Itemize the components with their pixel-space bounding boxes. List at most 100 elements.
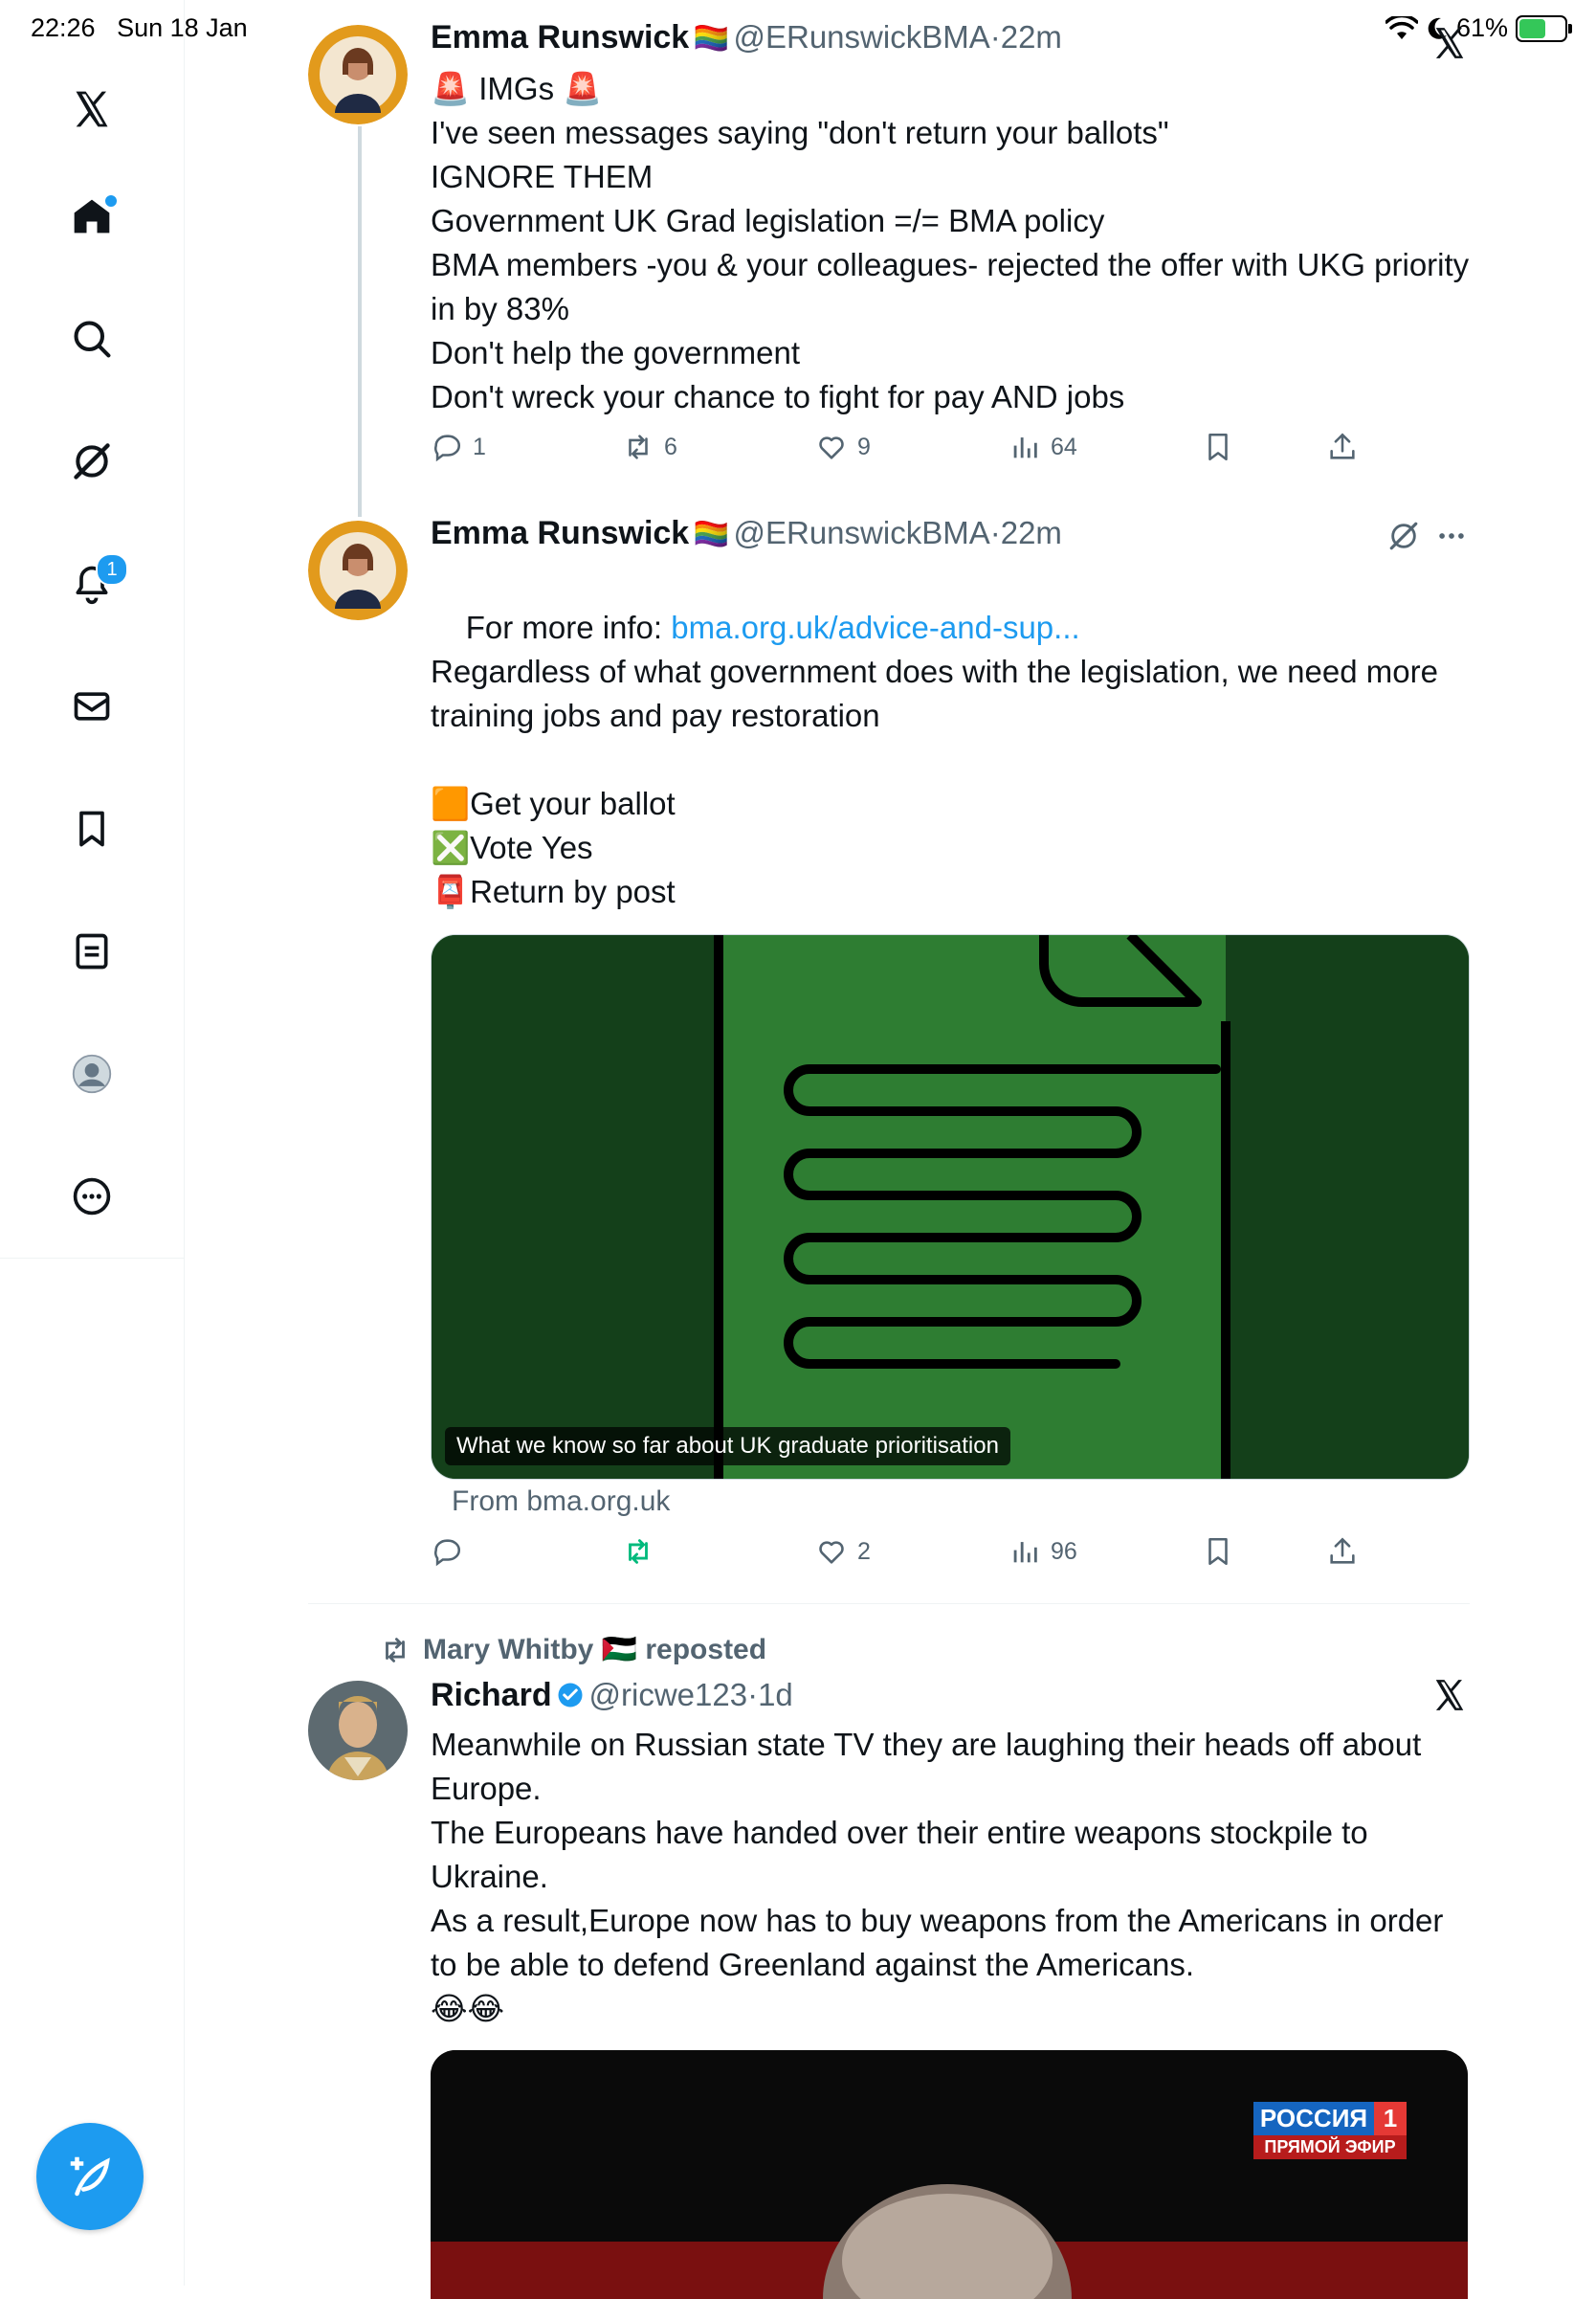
repost-icon [386,1637,405,1663]
share-button[interactable] [1326,431,1359,463]
more-circle-icon [73,1177,111,1216]
more-dots-icon[interactable] [1435,525,1468,547]
search-icon [74,321,111,358]
tweet-header: Richard @ricwe123·1d [431,1677,793,1714]
thread-line [358,126,362,517]
reply-button[interactable] [431,1535,473,1568]
tweet-actions: 1 6 9 64 [431,431,1359,479]
author-handle[interactable]: @ricwe123 [589,1677,748,1712]
repost-icon [629,1539,648,1564]
list-icon [76,933,108,970]
views-button[interactable]: 96 [1009,1535,1077,1568]
header-separator: · [989,19,1001,55]
tweet-link[interactable]: bma.org.uk/advice-and-sup... [671,610,1079,645]
views-button[interactable]: 64 [1009,431,1077,463]
reposted-by: Mary Whitby 🇵🇸 reposted [423,1634,767,1665]
avatar[interactable] [308,25,408,124]
repost-button[interactable] [622,1535,664,1568]
like-button[interactable]: 9 [815,431,871,463]
views-chart-icon [1013,437,1037,458]
grok-icon[interactable] [1387,520,1420,552]
home-unread-dot [103,193,119,209]
tweet-text: Regardless of what government does with … [431,654,1438,909]
avatar[interactable] [308,521,408,620]
tweet-time[interactable]: 22m [1001,515,1062,550]
profile-avatar-icon [72,1054,112,1094]
author-handle[interactable]: @ERunswickBMA [733,515,989,550]
header-separator: · [989,515,1001,550]
grok-icon [74,443,110,480]
author-flag: 🏳️‍🌈 [693,519,730,550]
like-count: 2 [857,1537,871,1565]
like-count: 9 [857,433,871,460]
repost-button[interactable]: 6 [622,431,677,463]
channel-number: 1 [1374,2102,1407,2135]
views-count: 64 [1051,433,1077,460]
reply-icon [434,1539,460,1567]
x-close-icon[interactable] [1431,25,1468,61]
nav-bookmarks[interactable] [57,794,126,863]
compose-button[interactable] [36,2123,144,2230]
heart-icon [819,1541,844,1564]
bookmark-button[interactable] [1202,431,1234,463]
nav-lists[interactable] [57,917,126,986]
compose-feather-icon [70,2156,110,2197]
x-logo-icon[interactable] [57,75,126,144]
reply-button[interactable]: 1 [431,431,486,463]
battery-icon [1516,14,1572,42]
nav-more[interactable] [57,1162,126,1231]
header-separator: · [747,1677,759,1712]
author-name[interactable]: Emma Runswick [431,19,689,56]
repost-count: 6 [664,433,677,460]
author-handle[interactable]: @ERunswickBMA [733,19,989,55]
tweet-text: Meanwhile on Russian state TV they are l… [431,1727,1444,2026]
views-count: 96 [1051,1537,1077,1565]
verified-badge-icon [558,1683,583,1708]
author-name[interactable]: Emma Runswick [431,515,689,551]
channel-name: РОССИЯ [1253,2102,1374,2135]
nav-explore[interactable] [57,304,126,373]
like-button[interactable]: 2 [815,1535,871,1568]
tweet-text: 🚨 IMGs 🚨 I've seen messages saying "don'… [431,71,1470,414]
mail-icon [74,692,110,721]
wifi-icon [1385,15,1418,39]
share-icon [1330,433,1355,459]
sidebar-divider [0,1258,184,1259]
bookmark-button[interactable] [1202,1535,1234,1568]
nav-profile[interactable] [57,1039,126,1108]
tweet-actions: 2 96 [431,1535,1359,1583]
notifications-badge: 1 [96,553,128,586]
video-player[interactable]: РОССИЯ 1 ПРЯМОЙ ЭФИР [431,2050,1468,2299]
author-name[interactable]: Richard [431,1677,552,1713]
x-logo-icon[interactable] [1431,1677,1468,1713]
share-icon [1330,1537,1355,1564]
nav-messages[interactable] [57,672,126,741]
reply-count: 1 [473,433,486,460]
tweet-time[interactable]: 22m [1001,19,1062,55]
nav-grok[interactable] [57,427,126,496]
share-button[interactable] [1326,1535,1359,1568]
tweet-header: Emma Runswick 🏳️‍🌈 @ERunswickBMA·22m [431,515,1062,552]
bookmark-icon [79,811,104,847]
video-frame [431,2050,1468,2299]
sidebar: 1 [0,0,185,2286]
repost-context[interactable]: Mary Whitby 🇵🇸 reposted [379,1633,766,1666]
channel-logo: РОССИЯ 1 ПРЯМОЙ ЭФИР [1253,2102,1407,2159]
reply-icon [434,435,460,462]
avatar[interactable] [308,1681,408,1780]
card-caption: What we know so far about UK graduate pr… [445,1427,1010,1465]
link-card[interactable]: What we know so far about UK graduate pr… [431,934,1470,1480]
bookmark-icon [1208,1537,1228,1566]
card-source[interactable]: From bma.org.uk [452,1485,670,1518]
tweet-time[interactable]: 1d [758,1677,793,1712]
tweet-divider [308,1603,1470,1604]
repost-icon [629,435,648,459]
nav-home[interactable] [57,182,126,251]
heart-icon [819,436,844,459]
live-label: ПРЯМОЙ ЭФИР [1253,2135,1407,2159]
card-document-illustration [432,935,1469,1479]
bookmark-icon [1208,433,1228,461]
views-chart-icon [1013,1542,1037,1563]
nav-notifications[interactable]: 1 [57,549,128,618]
tweet-header: Emma Runswick 🏳️‍🌈 @ERunswickBMA·22m [431,19,1062,56]
